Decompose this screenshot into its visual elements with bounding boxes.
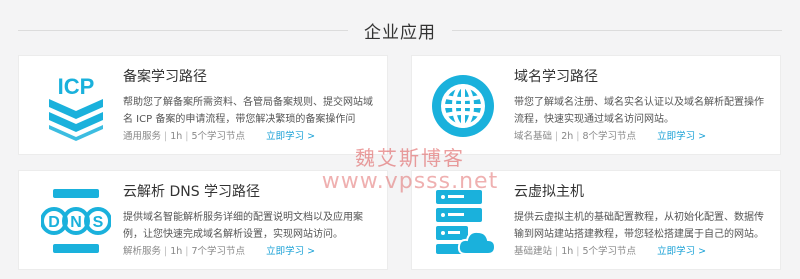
card-meta: 通用服务 | 1h | 5个学习节点 立即学习 >: [123, 131, 316, 142]
learn-now-link[interactable]: 立即学习 >: [657, 246, 706, 257]
svg-text:D: D: [48, 214, 60, 231]
globe-icon: [428, 71, 498, 141]
card-meta: 基础建站 | 1h | 5个学习节点 立即学习 >: [514, 246, 707, 257]
card-virtual-host[interactable]: 云虚拟主机 提供云虚拟主机的基础配置教程，从初始化配置、数据传输到网站建站搭建教…: [411, 170, 781, 270]
card-nodes: 7个学习节点: [191, 246, 246, 257]
dns-icon: D N S: [40, 186, 112, 256]
card-duration: 1h: [561, 246, 574, 257]
card-duration: 1h: [170, 131, 183, 142]
card-category: 域名基础: [514, 131, 553, 142]
svg-text:ICP: ICP: [58, 74, 95, 99]
learn-now-link[interactable]: 立即学习 >: [266, 246, 315, 257]
card-title[interactable]: 云虚拟主机: [514, 183, 768, 201]
card-dns[interactable]: D N S 云解析 DNS 学习路径 提供域名智能解析服务详细的配置说明文档以及…: [18, 170, 388, 270]
card-meta: 域名基础 | 2h | 8个学习节点 立即学习 >: [514, 131, 707, 142]
card-category: 基础建站: [514, 246, 553, 257]
card-icp[interactable]: ICP 备案学习路径 帮助您了解备案所需资料、各管局备案规则、提交网站域名 IC…: [18, 55, 388, 155]
divider-right: [452, 30, 782, 31]
card-duration: 1h: [170, 246, 183, 257]
card-nodes: 5个学习节点: [191, 131, 246, 142]
icp-icon: ICP: [41, 71, 111, 141]
learn-now-link[interactable]: 立即学习 >: [657, 131, 706, 142]
card-meta: 解析服务 | 1h | 7个学习节点 立即学习 >: [123, 246, 316, 257]
card-description: 提供云虚拟主机的基础配置教程，从初始化配置、数据传输到网站建站搭建教程，带您轻松…: [514, 212, 764, 240]
card-domain[interactable]: 域名学习路径 带您了解域名注册、域名实名认证以及域名解析配置操作流程，快速实现通…: [411, 55, 781, 155]
card-category: 解析服务: [123, 246, 162, 257]
svg-text:S: S: [93, 214, 104, 231]
card-nodes: 8个学习节点: [582, 131, 637, 142]
learn-now-link[interactable]: 立即学习 >: [266, 131, 315, 142]
card-nodes: 5个学习节点: [582, 246, 637, 257]
section-title: 企业应用: [364, 23, 436, 43]
card-duration: 2h: [561, 131, 574, 142]
card-description: 帮助您了解备案所需资料、各管局备案规则、提交网站域名 ICP 备案的申请流程，带…: [123, 97, 373, 125]
divider-left: [18, 30, 348, 31]
section-header: 企业应用: [0, 0, 800, 50]
server-cloud-icon: [428, 186, 498, 256]
card-title[interactable]: 域名学习路径: [514, 68, 768, 86]
card-description: 带您了解域名注册、域名实名认证以及域名解析配置操作流程，快速实现通过域名访问网站…: [514, 97, 764, 125]
svg-text:N: N: [70, 214, 82, 231]
card-description: 提供域名智能解析服务详细的配置说明文档以及应用案例，让您快速完成域名解析设置，实…: [123, 212, 363, 240]
card-title[interactable]: 备案学习路径: [123, 68, 375, 86]
card-title[interactable]: 云解析 DNS 学习路径: [123, 183, 375, 201]
card-category: 通用服务: [123, 131, 162, 142]
